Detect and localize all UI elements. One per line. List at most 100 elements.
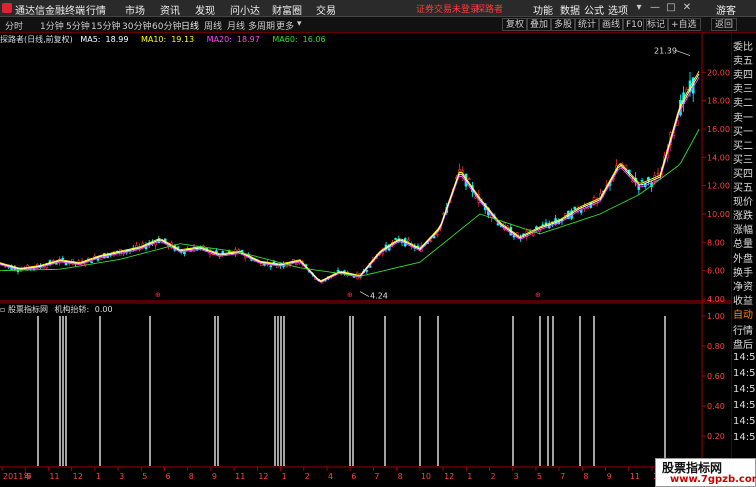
- quote-field-label: 换手: [733, 267, 753, 279]
- indicator-line-label: 机构抬轿:: [54, 305, 90, 314]
- ma5-value: 18.99: [105, 35, 129, 44]
- mark-button[interactable]: 标记: [643, 18, 670, 31]
- menu-wealth-circle[interactable]: 财富圈: [272, 2, 302, 17]
- time-tick-label: 11: [49, 472, 59, 481]
- price-tick-label: 18.00: [707, 97, 730, 106]
- indicator-line-value: 0.00: [94, 305, 113, 314]
- menu-trade[interactable]: 交易: [316, 2, 336, 17]
- price-tick-label: 12.00: [707, 182, 730, 191]
- menu-quotes[interactable]: 行情: [86, 2, 106, 17]
- watermark: 股票指标网 www.7gpzb.com: [655, 458, 756, 487]
- period-multi[interactable]: 多周期: [248, 19, 275, 32]
- multi-stock-button[interactable]: 多股: [550, 18, 577, 31]
- tick-time: 14:56: [733, 416, 756, 427]
- menu-ask-xiaoda[interactable]: 问小达: [230, 2, 260, 17]
- tick-time: 14:56: [733, 384, 756, 395]
- chevron-down-icon[interactable]: ▾: [297, 19, 302, 29]
- tick-time: 14:56: [733, 400, 756, 411]
- quote-field-label: 卖一: [733, 112, 753, 124]
- dropdown-icon[interactable]: ▾: [632, 1, 646, 15]
- period-1min[interactable]: 1分钟: [40, 19, 64, 32]
- indicator-name[interactable]: 股票指标网: [8, 305, 48, 314]
- candle-body: [640, 180, 644, 182]
- guest-label[interactable]: 游客: [716, 2, 736, 17]
- time-tick-label: 11: [630, 472, 640, 481]
- menu-data[interactable]: 数据: [560, 2, 580, 17]
- period-30min[interactable]: 30分钟: [122, 19, 151, 32]
- add-watchlist-button[interactable]: +自选: [667, 18, 701, 31]
- candle-body: [586, 207, 589, 210]
- indicator-menu-icon[interactable]: ▫: [0, 305, 8, 314]
- time-tick-label: 8: [398, 472, 403, 481]
- maximize-icon[interactable]: □: [664, 1, 678, 15]
- quote-field-label: 涨幅: [733, 225, 753, 237]
- tick-time: 14:56: [733, 432, 756, 443]
- period-toolbar: 分时 1分钟 5分钟 15分钟 30分钟 60分钟 日线 周线 月线 多周期 更…: [0, 17, 756, 33]
- candle-body: [573, 206, 577, 210]
- kline-chart[interactable]: 20.0018.0016.0014.0012.0010.008.006.004.…: [0, 33, 756, 487]
- ma20-legend: MA20: 18.97: [207, 35, 265, 44]
- login-warning[interactable]: 证券交易未登录: [416, 2, 479, 15]
- menu-formula[interactable]: 公式: [584, 2, 604, 17]
- price-tick-label: 4.00: [707, 295, 725, 304]
- period-daily[interactable]: 日线: [181, 19, 199, 32]
- time-tick-label: 1: [96, 472, 101, 481]
- quote-field-label: 买三: [733, 154, 753, 166]
- period-tick[interactable]: 分时: [5, 19, 23, 32]
- ma60-value: 16.06: [302, 35, 326, 44]
- quote-field-label: 总量: [733, 239, 753, 251]
- high-price-label: 21.39: [654, 47, 677, 56]
- menu-options[interactable]: 选项: [608, 2, 628, 17]
- candle-body: [407, 239, 410, 242]
- time-tick-label: 6: [166, 472, 171, 481]
- candle-body: [90, 261, 93, 263]
- menu-news[interactable]: 资讯: [160, 2, 180, 17]
- period-more[interactable]: 更多: [276, 19, 294, 32]
- event-marker: ⊕: [347, 291, 353, 299]
- adjust-button[interactable]: 复权: [502, 18, 529, 31]
- quote-field-label: 委比: [733, 42, 753, 53]
- minimize-icon[interactable]: —: [648, 1, 662, 15]
- app-title: 通达信金融终端: [15, 6, 85, 17]
- period-5min[interactable]: 5分钟: [66, 19, 90, 32]
- quote-field-label: 买二: [733, 140, 753, 152]
- candle-body: [42, 266, 45, 269]
- overlay-button[interactable]: 叠加: [526, 18, 553, 31]
- draw-line-button[interactable]: 画线: [598, 18, 625, 31]
- candle-body: [563, 213, 567, 216]
- statistics-button[interactable]: 统计: [574, 18, 601, 31]
- time-tick-label: 2: [305, 472, 310, 481]
- period-60min[interactable]: 60分钟: [152, 19, 181, 32]
- quote-field-label: 卖二: [733, 98, 753, 110]
- moving-average-lines: [0, 70, 700, 283]
- period-monthly[interactable]: 月线: [227, 19, 245, 32]
- ma10-legend: MA10: 19.13: [141, 35, 199, 44]
- quote-field-label: 卖五: [733, 56, 753, 68]
- menu-market[interactable]: 市场: [125, 2, 145, 17]
- period-15min[interactable]: 15分钟: [91, 19, 120, 32]
- high-price-pointer: [675, 50, 691, 56]
- tick-time: 14:56: [733, 352, 756, 363]
- period-weekly[interactable]: 周线: [204, 19, 222, 32]
- time-tick-label: 9: [212, 472, 217, 481]
- candle-body: [61, 258, 65, 260]
- ma20-line: [0, 77, 700, 283]
- low-price-label: 4.24: [370, 292, 388, 301]
- indicator-legend: ▫ 股票指标网 机构抬轿: 0.00: [0, 304, 113, 316]
- current-user[interactable]: 探路者: [476, 2, 503, 15]
- event-marker: ⊕: [535, 291, 541, 299]
- ma20-label: MA20:: [206, 35, 232, 44]
- close-icon[interactable]: ✕: [680, 1, 694, 15]
- price-axis: 20.00 18.00 16.00 14.00 12.00 10.00 8.00 6.00 4.…: [702, 68, 730, 304]
- quote-field-label: 外盘: [733, 253, 753, 265]
- indicator-tick-label: 0.20: [707, 432, 725, 441]
- watermark-url: www.7gpzb.com: [670, 474, 756, 485]
- menu-discover[interactable]: 发现: [195, 2, 215, 17]
- quote-field-label: 现价: [733, 197, 753, 209]
- app-window: 通达信金融终端 行情 市场 资讯 发现 问小达 财富圈 交易 证券交易未登录 探…: [0, 0, 756, 487]
- back-button[interactable]: 返回: [711, 18, 738, 31]
- indicator-tick-label: 0.60: [707, 372, 725, 381]
- candle-body: [336, 270, 340, 272]
- candle-body: [295, 263, 298, 266]
- menu-functions[interactable]: 功能: [533, 2, 553, 17]
